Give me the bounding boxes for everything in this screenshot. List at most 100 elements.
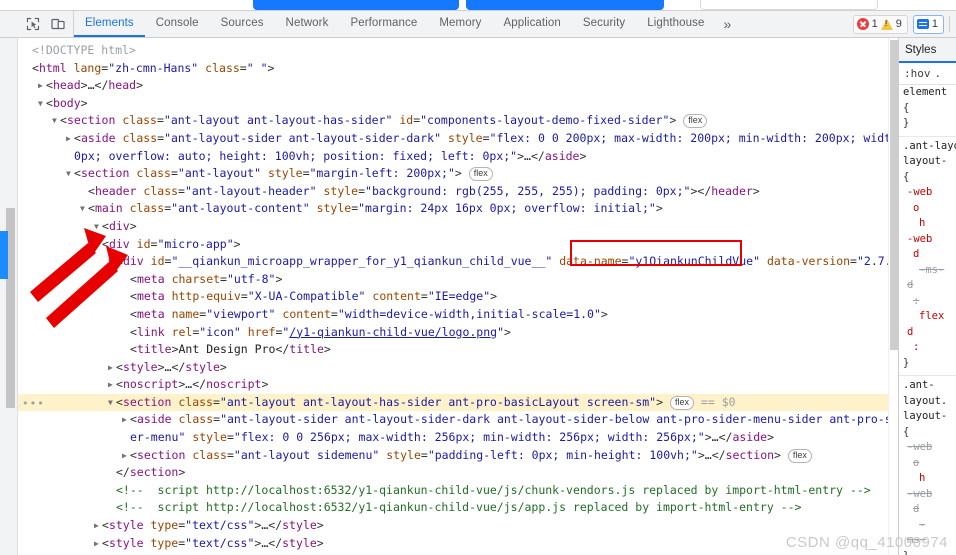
style-declaration[interactable]: h xyxy=(903,216,956,232)
dom-tree-scrollbar-thumb[interactable] xyxy=(890,40,898,350)
chevron-right-icon[interactable]: ▶ xyxy=(94,517,102,535)
style-rule[interactable]: .ant-layout.layout-{-weboh-webd-ms-d:fle… xyxy=(903,139,956,374)
style-declaration-overridden[interactable]: -web xyxy=(903,487,956,503)
inspect-cursor-icon[interactable] xyxy=(22,14,44,35)
chevron-down-icon[interactable]: ▼ xyxy=(94,218,102,236)
style-declaration-overridden[interactable]: -web xyxy=(903,440,956,456)
style-declaration-overridden[interactable]: d xyxy=(903,502,956,518)
chevron-right-icon[interactable]: ▶ xyxy=(122,411,130,429)
dom-node[interactable]: <!-- script http://localhost:6532/y1-qia… xyxy=(18,499,898,517)
style-rule-selector[interactable]: layout- xyxy=(903,154,956,170)
style-declaration-overridden[interactable]: : xyxy=(903,294,956,310)
dom-node-overflow-badge[interactable]: ••• xyxy=(22,395,45,413)
style-rule-selector[interactable]: element xyxy=(903,85,956,101)
dom-tree-pane[interactable]: <!DOCTYPE html> <html lang="zh-cmn-Hans"… xyxy=(18,38,898,555)
chevron-right-icon[interactable]: ▶ xyxy=(94,535,102,553)
hov-filter-button[interactable]: :hov xyxy=(904,67,931,80)
style-declaration-overridden[interactable]: d xyxy=(903,278,956,294)
tab-sources[interactable]: Sources xyxy=(210,11,275,37)
page-primary-button-1[interactable] xyxy=(253,0,459,10)
tab-performance[interactable]: Performance xyxy=(339,11,428,37)
style-declaration[interactable]: d xyxy=(903,325,956,341)
style-declaration[interactable]: d xyxy=(903,247,956,263)
dom-node-selected[interactable]: ••• ▼ <section class="ant-layout ant-layou… xyxy=(18,393,898,413)
style-declaration[interactable]: : xyxy=(903,340,956,356)
style-rule-selector[interactable]: layout- xyxy=(903,409,956,425)
dom-node[interactable]: <!DOCTYPE html> xyxy=(18,42,898,60)
dom-node[interactable]: ▶ <aside class="ant-layout-sider ant-layo… xyxy=(18,411,898,429)
dom-node[interactable]: er-menu" style="flex: 0 0 256px; max-wid… xyxy=(18,429,898,447)
dom-node[interactable]: ▼ <div> xyxy=(18,218,898,236)
dom-node-markup: <meta http-equiv="X-UA-Compatible" conte… xyxy=(130,289,498,304)
dom-node[interactable]: <meta http-equiv="X-UA-Compatible" conte… xyxy=(18,288,898,306)
style-declaration-overridden[interactable]: - xyxy=(903,518,956,534)
tab-security[interactable]: Security xyxy=(572,11,636,37)
tab-network[interactable]: Network xyxy=(275,11,340,37)
dom-node[interactable]: <meta charset="utf-8"> xyxy=(18,271,898,289)
device-toolbar-icon[interactable] xyxy=(47,14,69,35)
dom-node[interactable]: ▶ <aside class="ant-layout-sider ant-layo… xyxy=(18,130,898,148)
dom-node[interactable]: <html lang="zh-cmn-Hans" class=" "> xyxy=(18,60,898,78)
tab-memory[interactable]: Memory xyxy=(428,11,492,37)
cls-filter-button[interactable]: . xyxy=(935,67,942,80)
chevron-right-icon[interactable]: ▶ xyxy=(66,130,74,148)
chevron-right-icon[interactable]: ▶ xyxy=(38,77,46,95)
dom-node[interactable]: <link rel="icon" href="/y1-qiankun-child… xyxy=(18,324,898,342)
styles-rules-list: element{} .ant-layout.layout-{-weboh-webd… xyxy=(899,85,956,555)
tab-elements[interactable]: Elements xyxy=(74,11,145,37)
tab-application[interactable]: Application xyxy=(493,11,572,37)
style-rule-divider xyxy=(899,135,956,137)
chevron-down-icon[interactable]: ▼ xyxy=(38,95,46,113)
dom-node[interactable]: ▶ <noscript>…</noscript> xyxy=(18,376,898,394)
page-secondary-button[interactable] xyxy=(700,0,878,10)
dom-node[interactable]: ▶ <head>…</head> xyxy=(18,77,898,95)
style-declaration-overridden[interactable]: ms- xyxy=(903,533,956,549)
dom-node[interactable]: <title>Ant Design Pro</title> xyxy=(18,341,898,359)
style-rule-selector[interactable]: layout. xyxy=(903,394,956,410)
error-count-badge[interactable]: 1 9 xyxy=(852,14,908,34)
style-declaration-overridden[interactable]: o xyxy=(903,456,956,472)
chevron-right-icon[interactable]: ▶ xyxy=(122,447,130,465)
style-declaration[interactable]: h xyxy=(903,471,956,487)
dom-tree-scrollbar[interactable] xyxy=(888,38,898,555)
dom-node[interactable]: ▼ <section class="ant-layout ant-layout-h… xyxy=(18,112,898,130)
dom-node-markup: <div id="micro-app"> xyxy=(102,236,241,251)
chevron-down-icon[interactable]: ▼ xyxy=(52,112,60,130)
chevron-down-icon[interactable]: ▼ xyxy=(66,165,74,183)
style-rule[interactable]: element{} xyxy=(903,85,956,134)
style-declaration-overridden[interactable]: -ms- xyxy=(903,263,956,279)
dom-node[interactable]: 0px; overflow: auto; height: 100vh; posi… xyxy=(18,148,898,166)
dom-node[interactable]: </section> xyxy=(18,464,898,482)
tab-lighthouse[interactable]: Lighthouse xyxy=(636,11,715,37)
style-rule-selector[interactable]: .ant- xyxy=(903,378,956,394)
chevron-down-icon[interactable]: ▼ xyxy=(94,236,102,254)
dom-node[interactable]: <meta name="viewport" content="width=dev… xyxy=(18,306,898,324)
tabs-overflow-icon[interactable]: » xyxy=(716,11,740,37)
style-declaration[interactable]: flex xyxy=(903,309,956,325)
dom-node[interactable]: ▼ <div id="__qiankun_microapp_wrapper_for… xyxy=(18,253,898,271)
dom-node[interactable]: ▶ <style>…</style> xyxy=(18,359,898,377)
message-count-badge[interactable]: 1 xyxy=(912,14,944,34)
dom-node[interactable]: ▼ <main class="ant-layout-content" style=… xyxy=(18,200,898,218)
dom-node[interactable]: ▼ <section class="ant-layout" style="marg… xyxy=(18,165,898,183)
style-declaration[interactable]: -web xyxy=(903,232,956,248)
style-rule[interactable]: .ant-layout.layout-{-weboh-webd-ms-} xyxy=(903,378,956,555)
dom-node[interactable]: <header class="ant-layout-header" style=… xyxy=(18,183,898,201)
page-primary-button-2[interactable] xyxy=(466,0,664,10)
dom-node[interactable]: ▶ <section class="ant-layout sidemenu" st… xyxy=(18,447,898,465)
chevron-down-icon[interactable]: ▼ xyxy=(80,200,88,218)
chevron-right-icon[interactable]: ▶ xyxy=(108,376,116,394)
style-declaration[interactable]: o xyxy=(903,201,956,217)
chevron-right-icon[interactable]: ▶ xyxy=(108,359,116,377)
dom-node[interactable]: ▼ <div id="micro-app"> xyxy=(18,236,898,254)
style-rule-selector[interactable]: .ant-layout. xyxy=(903,139,956,155)
dom-node[interactable]: ▶<style type="text/css">…</style> xyxy=(18,535,898,553)
tab-styles[interactable]: Styles xyxy=(899,38,956,63)
dom-node[interactable]: ▼ <body> xyxy=(18,95,898,113)
chevron-down-icon[interactable]: ▼ xyxy=(108,253,116,271)
style-declaration[interactable]: -web xyxy=(903,185,956,201)
chevron-down-icon[interactable]: ▼ xyxy=(108,394,116,412)
tab-console[interactable]: Console xyxy=(145,11,210,37)
dom-node[interactable]: <!-- script http://localhost:6532/y1-qia… xyxy=(18,482,898,500)
dom-node[interactable]: ▶<style type="text/css">…</style> xyxy=(18,517,898,535)
